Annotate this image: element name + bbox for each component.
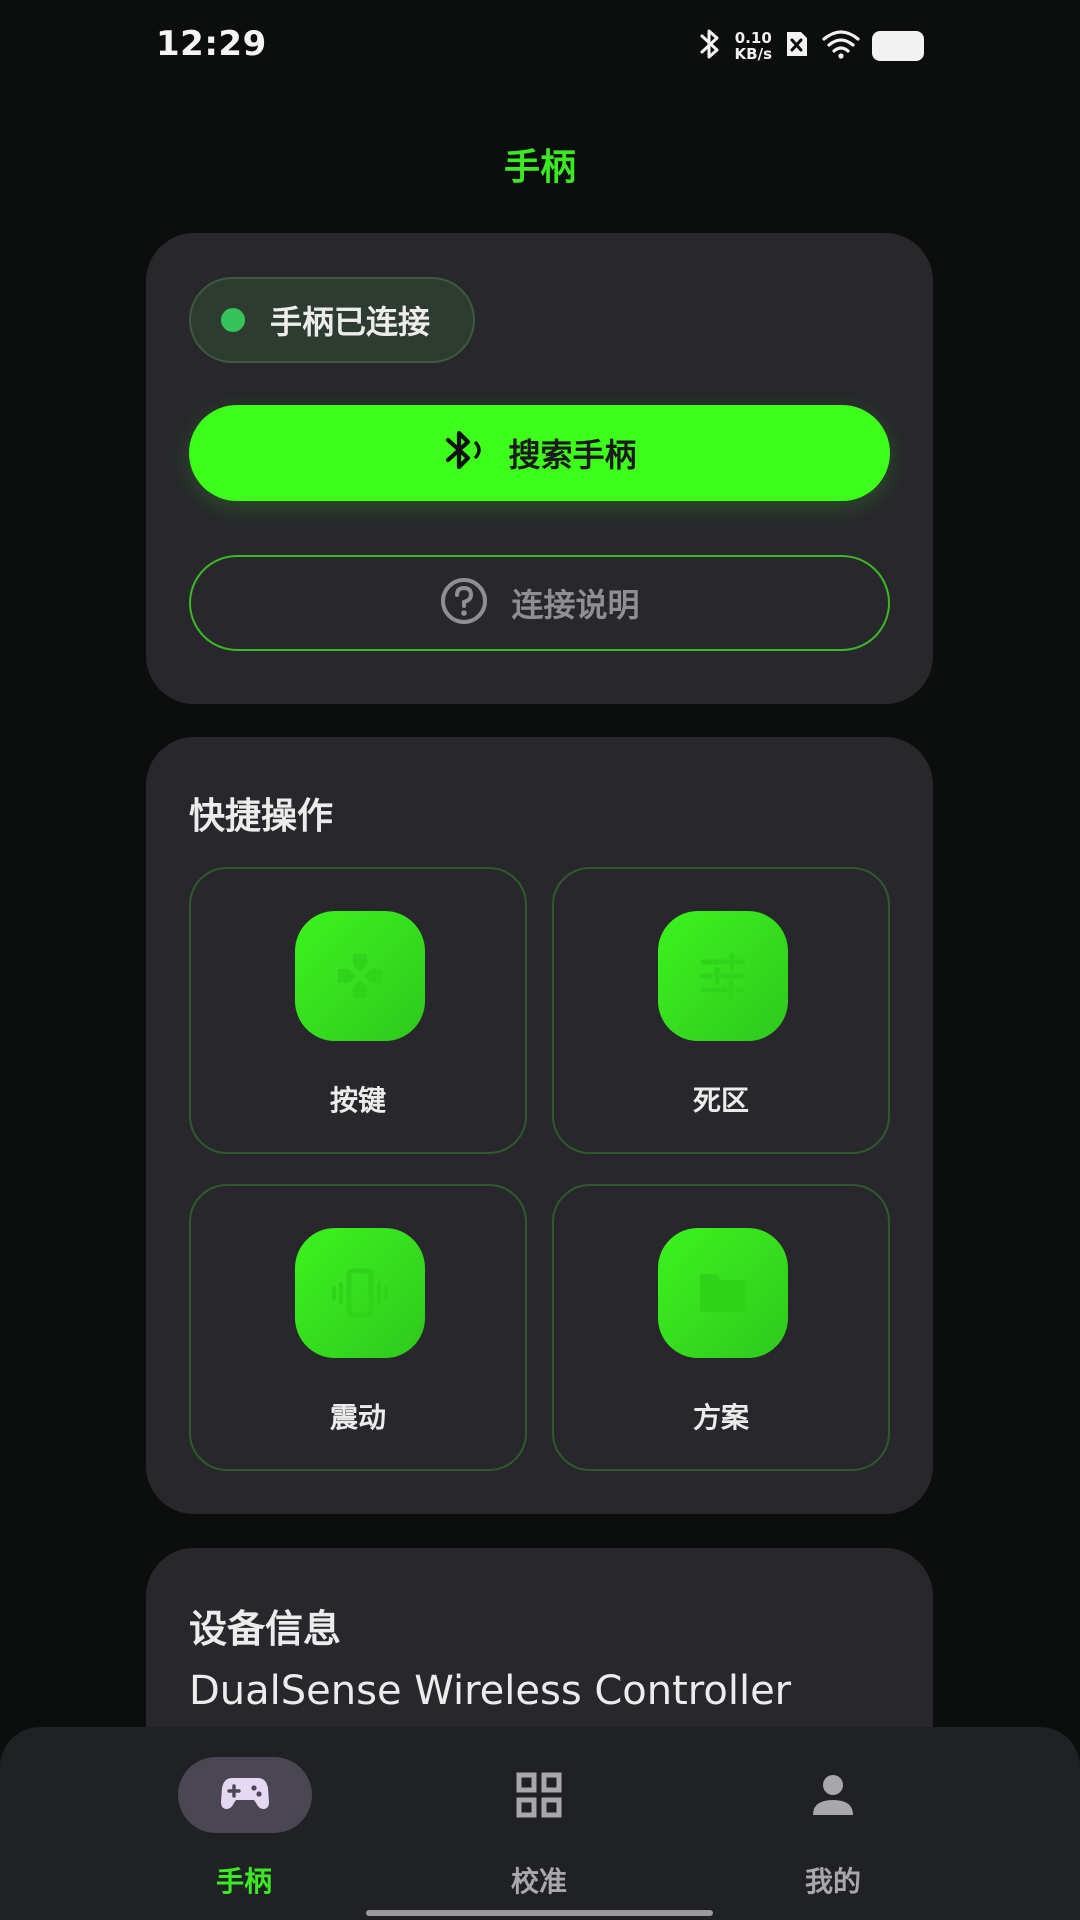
- quick-action-label: 死区: [692, 1084, 749, 1117]
- grid-icon: [499, 1765, 579, 1825]
- quick-action-label: 按键: [329, 1084, 386, 1117]
- nav-item-controller[interactable]: 手柄: [144, 1727, 344, 1920]
- nav-item-calibration[interactable]: 校准: [439, 1727, 639, 1920]
- quick-action-label: 震动: [329, 1401, 386, 1434]
- net-speed-value: 0.10: [734, 29, 772, 47]
- battery-icon: [872, 31, 924, 61]
- vibration-icon: [295, 1228, 425, 1358]
- device-info-title: 设备信息: [189, 1607, 342, 1651]
- nav-label-calibration: 校准: [510, 1865, 567, 1898]
- folder-icon: [658, 1228, 788, 1358]
- quick-action-deadzone[interactable]: 死区: [552, 867, 890, 1154]
- home-indicator[interactable]: [366, 1910, 713, 1916]
- quick-action-vibration[interactable]: 震动: [189, 1184, 527, 1471]
- bluetooth-icon: [697, 27, 723, 65]
- connection-card: 手柄已连接 搜索手柄 连接说明: [146, 233, 933, 704]
- person-icon: [793, 1765, 873, 1825]
- connected-dot-icon: [221, 308, 245, 332]
- net-speed-unit: KB/s: [734, 45, 772, 63]
- status-time: 12:29: [156, 24, 267, 64]
- connection-help-button[interactable]: 连接说明: [189, 555, 890, 651]
- gamepad-icon: [220, 1774, 270, 1816]
- status-icons: 0.10 KB/s: [697, 26, 924, 66]
- help-circle-icon: [439, 576, 489, 630]
- nav-label-controller: 手柄: [215, 1865, 272, 1898]
- search-controller-button[interactable]: 搜索手柄: [189, 405, 890, 501]
- connection-status-text: 手柄已连接: [270, 303, 431, 341]
- quick-actions-card: 快捷操作 按键 死区 震动 方案: [146, 737, 933, 1514]
- quick-action-label: 方案: [692, 1401, 749, 1434]
- quick-action-profiles[interactable]: 方案: [552, 1184, 890, 1471]
- nav-label-profile: 我的: [804, 1865, 861, 1898]
- connection-status-badge: 手柄已连接: [189, 277, 475, 363]
- dpad-icon: [295, 911, 425, 1041]
- quick-actions-title: 快捷操作: [189, 796, 334, 837]
- nav-active-indicator: [178, 1757, 312, 1833]
- connection-help-label: 连接说明: [511, 586, 640, 624]
- bottom-navigation: 手柄 校准 我的: [0, 1727, 1080, 1920]
- status-bar: 12:29 0.10 KB/s: [0, 0, 1080, 92]
- bluetooth-search-icon: [442, 425, 490, 481]
- wifi-icon: [822, 29, 860, 63]
- net-speed: 0.10 KB/s: [735, 30, 772, 62]
- sliders-icon: [658, 911, 788, 1041]
- quick-action-buttons[interactable]: 按键: [189, 867, 527, 1154]
- sim-off-icon: [784, 29, 810, 63]
- nav-item-profile[interactable]: 我的: [733, 1727, 933, 1920]
- page-title: 手柄: [503, 147, 576, 188]
- search-controller-label: 搜索手柄: [508, 436, 637, 474]
- device-name: DualSense Wireless Controller: [189, 1668, 792, 1714]
